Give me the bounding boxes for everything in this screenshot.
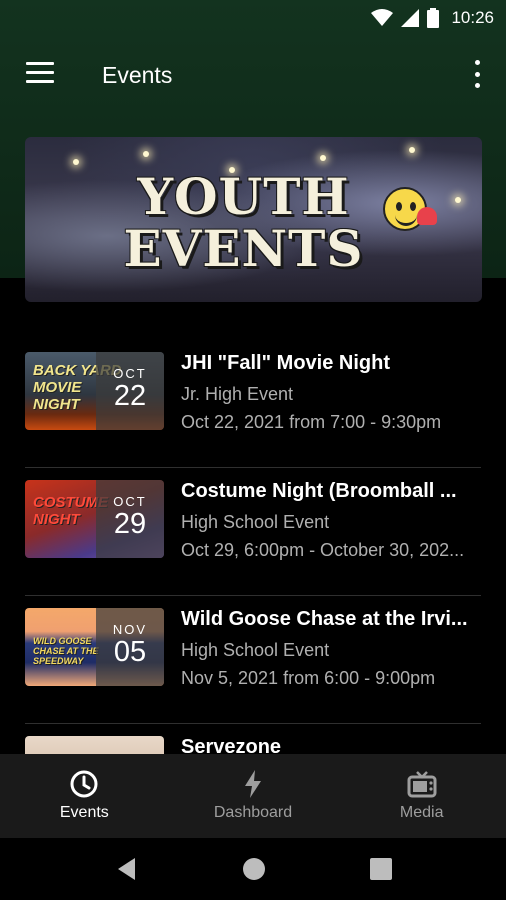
nav-label: Events <box>59 804 109 821</box>
date-badge: OCT 29 <box>96 480 164 558</box>
event-title: Costume Night (Broomball ... <box>181 480 457 502</box>
event-type: High School Event <box>181 512 330 532</box>
event-date: Oct 22, 2021 from 7:00 - 9:30pm <box>181 412 442 432</box>
list-item[interactable]: WILD GOOSE CHASE AT THE SPEEDWAY NOV 05 … <box>0 596 506 724</box>
nav-label: Dashboard <box>213 804 293 821</box>
heart-icon <box>417 207 437 225</box>
system-navigation-bar <box>0 838 506 900</box>
nav-media[interactable]: Media <box>337 754 506 838</box>
clock-icon <box>70 770 98 798</box>
date-month: OCT <box>113 366 147 381</box>
date-month: OCT <box>113 494 147 509</box>
tv-icon <box>407 771 437 798</box>
date-day: 29 <box>113 508 147 540</box>
event-title: JHI "Fall" Movie Night <box>181 352 390 374</box>
hamburger-menu-icon[interactable] <box>26 62 54 86</box>
more-options-icon[interactable] <box>470 60 484 88</box>
back-icon[interactable] <box>114 856 140 882</box>
page-title: Events <box>102 62 173 88</box>
nav-label: Media <box>399 804 444 821</box>
event-type: Jr. High Event <box>181 384 294 404</box>
app-bar: Events <box>0 42 506 108</box>
event-thumbnail: BACK YARD MOVIE NIGHT OCT 22 <box>25 352 164 430</box>
list-item[interactable]: COSTUME NIGHT OCT 29 Costume Night (Broo… <box>0 468 506 596</box>
date-badge: OCT 22 <box>96 352 164 430</box>
status-bar: 10:26 <box>0 0 506 36</box>
lightning-icon <box>245 770 261 798</box>
date-badge: NOV 05 <box>96 608 164 686</box>
nav-dashboard[interactable]: Dashboard <box>169 754 338 838</box>
event-thumbnail: COSTUME NIGHT OCT 29 <box>25 480 164 558</box>
home-icon[interactable] <box>241 856 267 882</box>
youth-events-banner[interactable]: YOUTH EVENTS <box>25 137 482 302</box>
date-month: NOV <box>112 622 148 637</box>
bottom-navigation: Events Dashboard Media <box>0 754 506 838</box>
date-day: 05 <box>113 636 147 668</box>
nav-events[interactable]: Events <box>0 754 169 838</box>
wifi-icon <box>371 9 394 26</box>
status-time: 10:26 <box>451 8 494 27</box>
recents-icon[interactable] <box>368 856 394 882</box>
battery-icon <box>427 8 440 28</box>
event-thumbnail: WILD GOOSE CHASE AT THE SPEEDWAY NOV 05 <box>25 608 164 686</box>
event-date: Oct 29, 6:00pm - October 30, 202... <box>181 540 465 560</box>
event-date: Nov 5, 2021 from 6:00 - 9:00pm <box>181 668 436 688</box>
date-day: 22 <box>113 380 147 412</box>
event-title: Wild Goose Chase at the Irvi... <box>181 608 468 630</box>
list-item[interactable]: BACK YARD MOVIE NIGHT OCT 22 JHI "Fall" … <box>0 340 506 468</box>
cell-signal-icon <box>401 9 420 27</box>
event-type: High School Event <box>181 640 330 660</box>
